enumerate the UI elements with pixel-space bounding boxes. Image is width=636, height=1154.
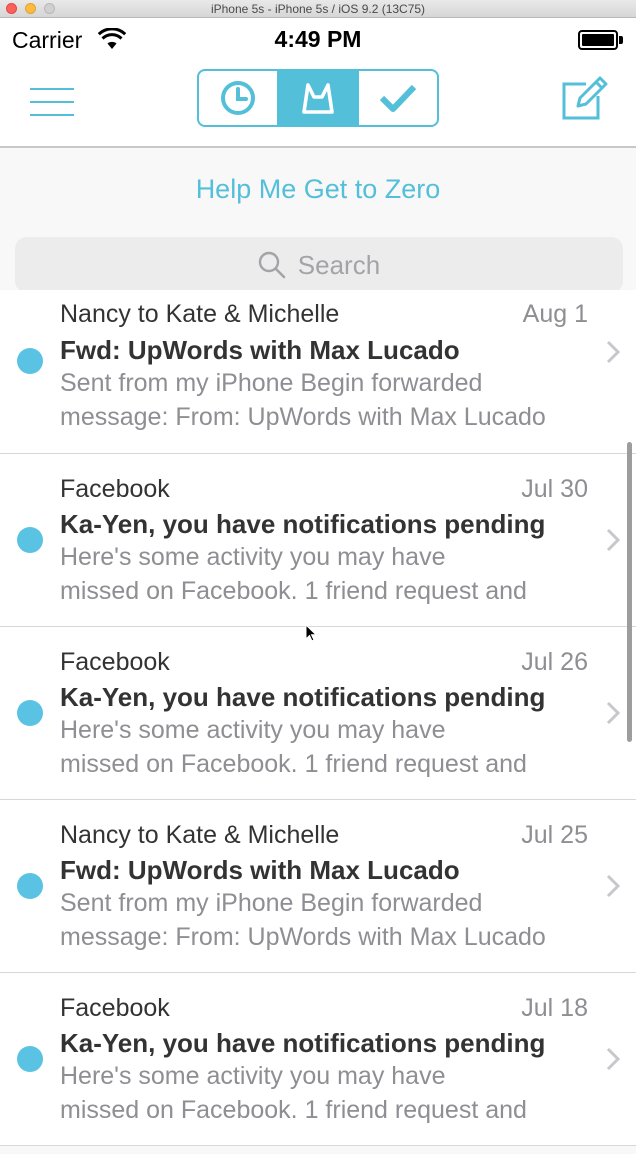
email-subject: Ka-Yen, you have notifications pending (60, 1028, 546, 1058)
scroll-indicator[interactable] (627, 442, 632, 742)
email-sender: Facebook (60, 648, 170, 676)
mouse-cursor-icon (305, 624, 318, 642)
mailbox-segmented-control (197, 69, 439, 127)
email-sender: Nancy to Kate & Michelle (60, 821, 340, 849)
help-me-get-to-zero-link[interactable]: Help Me Get to Zero (0, 174, 636, 205)
email-preview-line: missed on Facebook. 1 friend request and (60, 577, 527, 605)
chevron-right-icon (606, 528, 620, 552)
email-preview-line: missed on Facebook. 1 friend request and (60, 1096, 527, 1124)
status-bar: Carrier 4:49 PM (0, 18, 636, 62)
email-preview-line: Sent from my iPhone Begin forwarded (60, 889, 483, 917)
chevron-right-icon (606, 874, 620, 898)
email-row[interactable]: Facebook Jul 18 Ka-Yen, you have notific… (0, 973, 636, 1146)
search-placeholder: Search (297, 249, 381, 280)
email-list: Nancy to Kate & Michelle Aug 1 Fwd: UpWo… (0, 290, 636, 1146)
email-preview: Here's some activity you may have missed… (60, 540, 588, 608)
simulator-titlebar: iPhone 5s - iPhone 5s / iOS 9.2 (13C75) (0, 0, 636, 18)
email-preview-line: message: From: UpWords with Max Lucado (60, 403, 546, 431)
check-icon (379, 84, 417, 112)
unread-indicator (17, 348, 43, 374)
email-preview-line: Sent from my iPhone Begin forwarded (60, 369, 483, 397)
segment-later[interactable] (199, 71, 277, 125)
email-subject: Fwd: UpWords with Max Lucado (60, 855, 460, 885)
email-preview: Here's some activity you may have missed… (60, 713, 588, 781)
menu-button[interactable] (30, 86, 74, 118)
segment-done[interactable] (357, 71, 437, 125)
clock-icon (221, 81, 255, 115)
email-sender: Nancy to Kate & Michelle (60, 300, 340, 328)
search-icon (258, 251, 286, 279)
email-date: Jul 18 (521, 994, 588, 1022)
email-date: Jul 30 (521, 475, 588, 503)
chevron-right-icon (606, 701, 620, 725)
email-preview-line: Here's some activity you may have (60, 716, 446, 744)
email-preview-line: missed on Facebook. 1 friend request and (60, 750, 527, 778)
email-preview: Here's some activity you may have missed… (60, 1059, 588, 1127)
email-preview: Sent from my iPhone Begin forwarded mess… (60, 366, 588, 434)
email-sender: Facebook (60, 475, 170, 503)
email-row[interactable]: Nancy to Kate & Michelle Jul 25 Fwd: UpW… (0, 800, 636, 973)
battery-icon (578, 30, 624, 50)
inbox-content: Help Me Get to Zero Search Nancy to Kate… (0, 148, 636, 1154)
search-field[interactable]: Search (15, 237, 623, 293)
email-subject: Ka-Yen, you have notifications pending (60, 509, 546, 539)
email-preview-line: message: From: UpWords with Max Lucado (60, 923, 546, 951)
email-preview: Sent from my iPhone Begin forwarded mess… (60, 886, 588, 954)
email-date: Aug 1 (522, 300, 588, 328)
email-row[interactable]: Facebook Jul 30 Ka-Yen, you have notific… (0, 454, 636, 627)
email-row[interactable]: Facebook Jul 26 Ka-Yen, you have notific… (0, 627, 636, 800)
email-preview-line: Here's some activity you may have (60, 1062, 446, 1090)
window-title: iPhone 5s - iPhone 5s / iOS 9.2 (13C75) (210, 2, 426, 16)
email-date: Jul 25 (521, 821, 588, 849)
unread-indicator (17, 700, 43, 726)
unread-indicator (17, 527, 43, 553)
chevron-right-icon (606, 340, 620, 364)
status-time: 4:49 PM (274, 26, 362, 52)
compose-icon[interactable] (560, 76, 608, 122)
unread-indicator (17, 1046, 43, 1072)
inbox-icon (302, 83, 334, 114)
chevron-right-icon (606, 1047, 620, 1071)
email-row[interactable]: Nancy to Kate & Michelle Aug 1 Fwd: UpWo… (0, 290, 636, 454)
email-sender: Facebook (60, 994, 170, 1022)
unread-indicator (17, 873, 43, 899)
email-preview-line: Here's some activity you may have (60, 543, 446, 571)
segment-inbox[interactable] (277, 71, 357, 125)
email-subject: Ka-Yen, you have notifications pending (60, 682, 546, 712)
email-date: Jul 26 (521, 648, 588, 676)
nav-bar (0, 62, 636, 148)
email-subject: Fwd: UpWords with Max Lucado (60, 335, 460, 365)
